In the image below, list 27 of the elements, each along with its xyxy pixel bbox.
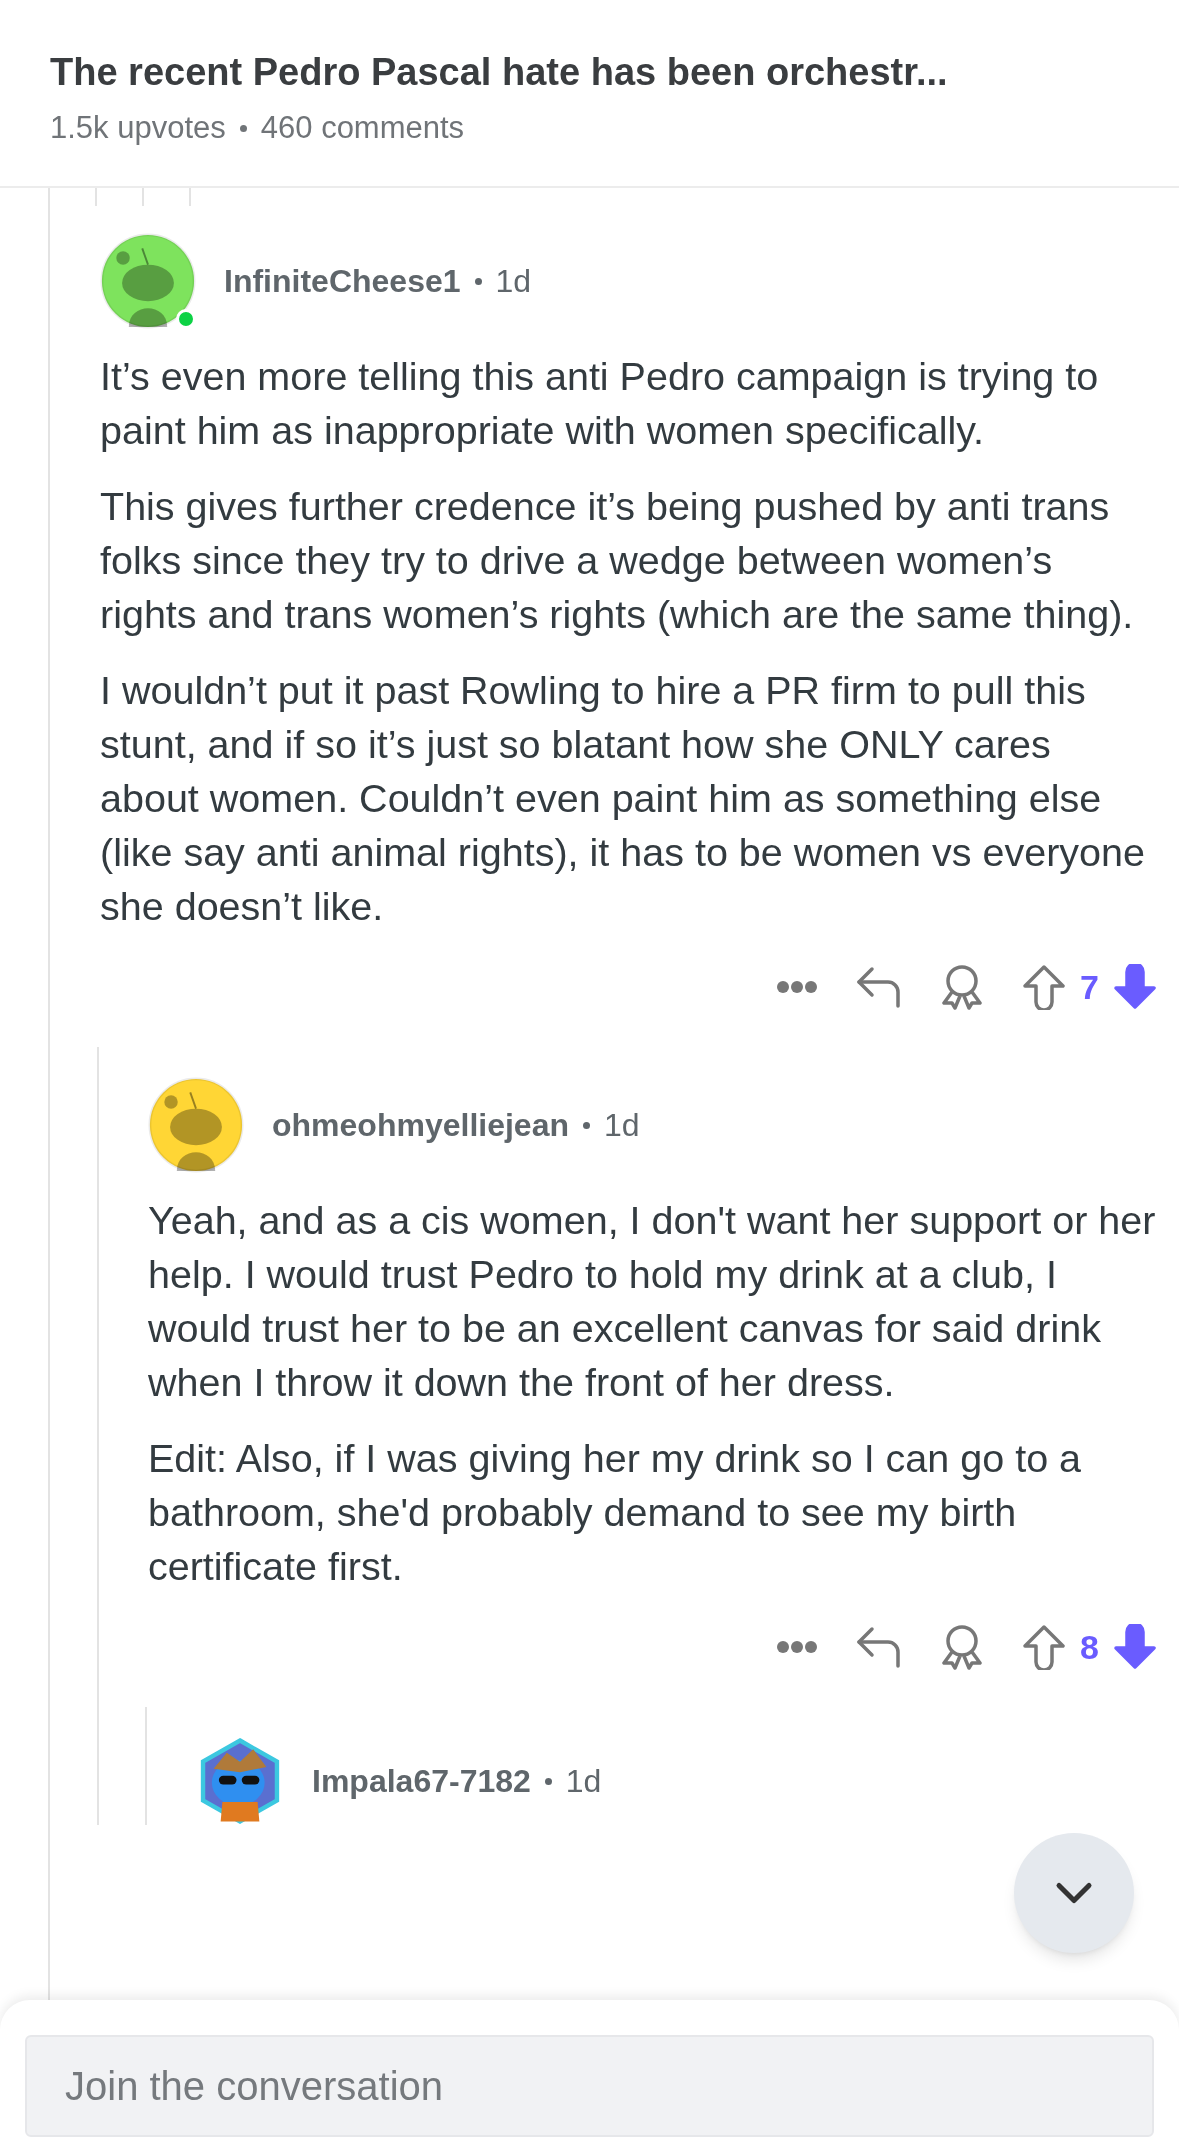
more-options-icon[interactable] <box>776 980 819 994</box>
comment-age: 1d <box>604 1106 640 1145</box>
reply-icon[interactable] <box>856 966 903 1008</box>
username[interactable]: InfiniteCheese1 <box>224 257 461 305</box>
award-icon[interactable] <box>940 1624 985 1670</box>
comment-count: 460 comments <box>260 109 465 147</box>
comment-paragraph: I wouldn’t put it past Rowling to hire a PR firm to pull this stunt, and if so it’s just so blatant how she ONLY cares about women. Couldn’t even paint him as something else (like say anti animal rights), it has to be women vs everyone she doesn’t like. <box>100 667 1146 930</box>
comment-paragraph: This gives further credence it’s being pushed by anti trans folks since they try to drive a wedge between women’s rights and trans women’s rights (which are the same thing). <box>100 483 1135 638</box>
username[interactable]: ohmeohmyelliejean <box>272 1101 569 1149</box>
comment-input[interactable]: Join the conversation <box>25 2035 1154 2137</box>
comment-age: 1d <box>565 1762 602 1801</box>
upvote-icon[interactable] <box>1022 1624 1067 1670</box>
downvote-icon[interactable] <box>1113 964 1157 1010</box>
reply-icon[interactable] <box>856 1626 903 1668</box>
username[interactable]: Impala67-7182 <box>312 1757 531 1805</box>
comment-paragraph: Edit: Also, if I was giving her my drink so I can go to a bathroom, she'd probably demand to see my birth certificate first. <box>148 1435 1083 1590</box>
post-title[interactable]: The recent Pedro Pascal hate has been orchestr... <box>50 44 1129 101</box>
upvote-icon[interactable] <box>1022 964 1067 1010</box>
downvote-icon[interactable] <box>1113 1624 1157 1670</box>
vote-count: 7 <box>1080 966 1099 1008</box>
more-options-icon[interactable] <box>776 1640 819 1654</box>
upvote-count: 1.5k upvotes <box>50 109 226 147</box>
comment-age: 1d <box>495 262 532 301</box>
vote-count: 8 <box>1080 1626 1099 1668</box>
comment-paragraph: It’s even more telling this anti Pedro campaign is trying to paint him as inappropriate with women specifically. <box>100 353 1100 454</box>
award-icon[interactable] <box>940 964 985 1010</box>
comment-paragraph: Yeah, and as a cis women, I don't want her support or her help. I would trust Pedro to hold my drink at a club, I would trust her to be an excellent canvas for said drink when I throw it down the front of her dress. <box>148 1197 1157 1406</box>
